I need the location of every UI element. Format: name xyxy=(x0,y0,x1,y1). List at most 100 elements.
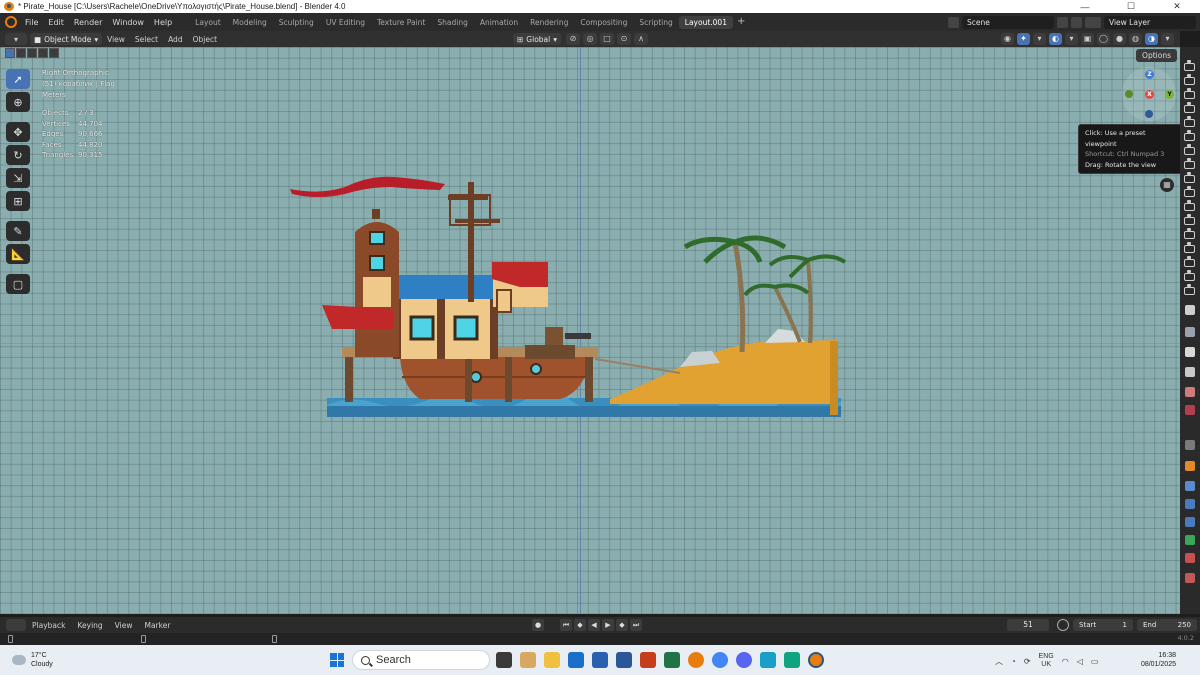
blender-menu-icon[interactable] xyxy=(5,16,17,28)
play-icon[interactable]: ▶ xyxy=(602,619,614,631)
select-subtract-icon[interactable] xyxy=(27,48,37,58)
pivot-point-icon[interactable]: ⊘ xyxy=(566,33,580,45)
view-layer-field[interactable]: View Layer xyxy=(1104,15,1196,29)
language-indicator[interactable]: ENG UK xyxy=(1039,653,1054,669)
select-extend-icon[interactable] xyxy=(16,48,26,58)
end-frame-field[interactable]: End 250 xyxy=(1137,619,1197,631)
taskbar-search[interactable]: Search xyxy=(352,650,490,670)
weather-widget[interactable]: 17°C Cloudy xyxy=(12,651,53,669)
blender-app-icon[interactable] xyxy=(688,652,704,668)
tray-overflow-icon[interactable]: ︿ xyxy=(995,656,1003,667)
menu-file[interactable]: File xyxy=(20,18,43,27)
particles-properties-icon[interactable] xyxy=(1185,499,1195,509)
new-scene-icon[interactable] xyxy=(1071,16,1082,28)
overlay-toggle-icon[interactable]: ◐ xyxy=(1049,33,1062,45)
overlay-menu-icon[interactable]: ▾ xyxy=(1065,33,1078,45)
mode-dropdown[interactable]: ■ Object Mode ▾ xyxy=(30,33,103,45)
chrome-icon[interactable] xyxy=(712,652,728,668)
render-toggle-icon[interactable] xyxy=(1184,242,1195,253)
render-toggle-icon[interactable] xyxy=(1184,186,1195,197)
tab-layout[interactable]: Layout xyxy=(189,16,227,29)
render-toggle-icon[interactable] xyxy=(1184,172,1195,183)
gizmo-z-axis[interactable]: Z xyxy=(1145,70,1154,79)
render-toggle-icon[interactable] xyxy=(1184,60,1195,71)
jump-end-icon[interactable]: ⏭ xyxy=(630,619,642,631)
taskbar-clock[interactable]: 16:38 08/01/2025 xyxy=(1132,651,1176,669)
render-toggle-icon[interactable] xyxy=(1184,270,1195,281)
tab-uv-editing[interactable]: UV Editing xyxy=(320,16,371,29)
powerpoint-icon[interactable] xyxy=(640,652,656,668)
gizmo-x-axis[interactable]: X xyxy=(1145,90,1154,99)
header-menu-add[interactable]: Add xyxy=(163,35,188,44)
render-toggle-icon[interactable] xyxy=(1184,102,1195,113)
discord-icon[interactable] xyxy=(736,652,752,668)
tab-modeling[interactable]: Modeling xyxy=(227,16,273,29)
tab-layout-001[interactable]: Layout.001 xyxy=(678,15,733,29)
jump-start-icon[interactable]: ⏮ xyxy=(560,619,572,631)
close-button[interactable]: ✕ xyxy=(1154,1,1200,12)
tab-texture-paint[interactable]: Texture Paint xyxy=(371,16,431,29)
material-shading-icon[interactable]: ◍ xyxy=(1129,33,1142,45)
tab-shading[interactable]: Shading xyxy=(431,16,473,29)
editor-type-selector[interactable]: ▾ xyxy=(5,33,27,45)
gizmo-neg-y-axis[interactable] xyxy=(1125,90,1133,98)
render-toggle-icon[interactable] xyxy=(1184,88,1195,99)
current-frame-field[interactable]: 51 xyxy=(1007,619,1049,631)
app-icon[interactable] xyxy=(520,652,536,668)
snap-target-icon[interactable]: □ xyxy=(600,33,614,45)
render-toggle-icon[interactable] xyxy=(1184,158,1195,169)
rendered-shading-icon[interactable]: ◑ xyxy=(1145,33,1158,45)
menu-edit[interactable]: Edit xyxy=(43,18,69,27)
select-new-icon[interactable] xyxy=(5,48,15,58)
next-keyframe-icon[interactable]: ◆ xyxy=(616,619,628,631)
select-invert-icon[interactable] xyxy=(38,48,48,58)
tab-sculpting[interactable]: Sculpting xyxy=(273,16,320,29)
material-properties-icon[interactable] xyxy=(1185,553,1195,563)
shading-menu-icon[interactable]: ▾ xyxy=(1161,33,1174,45)
blender-active-icon[interactable] xyxy=(808,652,824,668)
prev-keyframe-icon[interactable]: ◆ xyxy=(574,619,586,631)
render-properties-icon[interactable] xyxy=(1185,327,1195,337)
tab-animation[interactable]: Animation xyxy=(474,16,524,29)
physics-properties-icon[interactable] xyxy=(1185,517,1195,527)
record-icon[interactable]: ● xyxy=(532,619,544,631)
ortho-toggle-icon[interactable]: ▦ xyxy=(1160,178,1174,192)
scene-field[interactable]: Scene xyxy=(962,15,1054,29)
output-properties-icon[interactable] xyxy=(1185,347,1195,357)
tab-compositing[interactable]: Compositing xyxy=(574,16,633,29)
scene-properties-icon[interactable] xyxy=(1185,387,1195,397)
solid-shading-icon[interactable]: ● xyxy=(1113,33,1126,45)
menu-window[interactable]: Window xyxy=(107,18,149,27)
visibility-icon[interactable]: ◉ xyxy=(1001,33,1014,45)
timeline-menu-playback[interactable]: Playback xyxy=(26,621,71,630)
xray-icon[interactable]: ▣ xyxy=(1081,33,1094,45)
view-layer-properties-icon[interactable] xyxy=(1185,367,1195,377)
header-menu-view[interactable]: View xyxy=(102,35,130,44)
render-toggle-icon[interactable] xyxy=(1184,116,1195,127)
modifier-properties-icon[interactable] xyxy=(1185,481,1195,491)
file-explorer-icon[interactable] xyxy=(544,652,560,668)
timeline-menu-marker[interactable]: Marker xyxy=(138,621,176,630)
menu-render[interactable]: Render xyxy=(69,18,107,27)
3d-viewport[interactable]: Right Orthographic (51) кораблик | Flag … xyxy=(0,47,1180,614)
edge-icon[interactable] xyxy=(760,652,776,668)
play-reverse-icon[interactable]: ◀ xyxy=(588,619,600,631)
tray-app-icon[interactable]: ◔ xyxy=(1011,657,1016,666)
add-workspace-button[interactable]: + xyxy=(733,16,749,29)
chatgpt-icon[interactable] xyxy=(784,652,800,668)
header-menu-object[interactable]: Object xyxy=(188,35,222,44)
navigation-gizmo[interactable]: Z Y X xyxy=(1122,67,1176,121)
scene-icon[interactable] xyxy=(948,16,959,28)
start-button-icon[interactable] xyxy=(330,653,344,667)
gizmo-y-axis[interactable]: Y xyxy=(1165,90,1174,99)
snap-icon[interactable]: ◎ xyxy=(583,33,597,45)
collection-properties-icon[interactable] xyxy=(1185,440,1195,450)
timeline-editor-type[interactable] xyxy=(6,619,26,631)
texture-properties-icon[interactable] xyxy=(1185,573,1195,583)
excel-icon[interactable] xyxy=(664,652,680,668)
tab-rendering[interactable]: Rendering xyxy=(524,16,574,29)
gizmo-menu-icon[interactable]: ▾ xyxy=(1033,33,1046,45)
view-layer-icon[interactable] xyxy=(1090,16,1101,28)
tray-app-icon[interactable]: ⟳ xyxy=(1024,657,1031,666)
render-toggle-icon[interactable] xyxy=(1184,130,1195,141)
